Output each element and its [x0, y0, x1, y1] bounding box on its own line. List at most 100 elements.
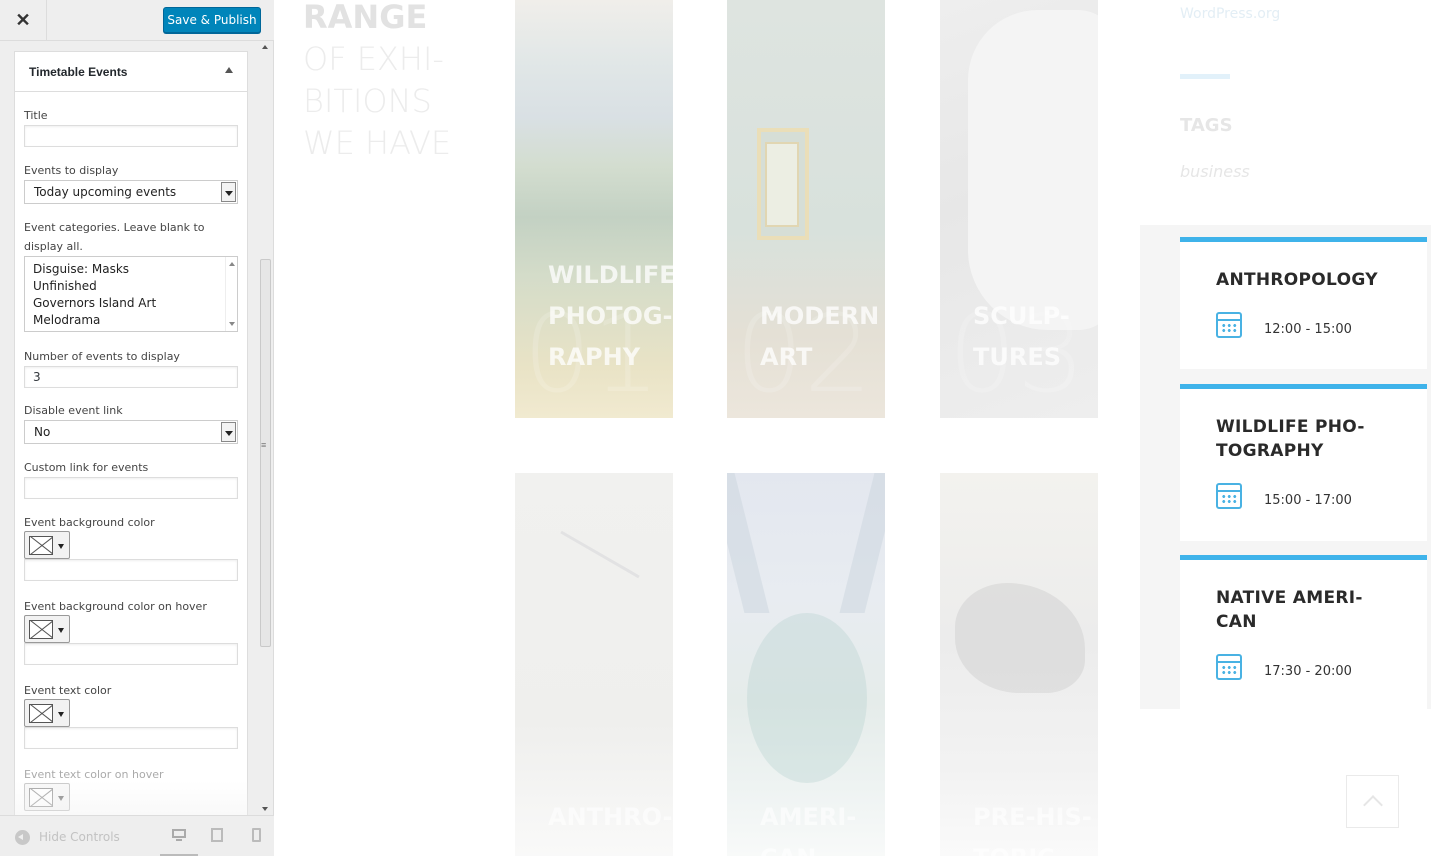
- widget-panel-header[interactable]: Timetable Events: [15, 52, 247, 92]
- tile-label: PRE-HIS- TORIC: [973, 797, 1092, 856]
- exhibition-tile-prehistoric[interactable]: PRE-HIS- TORIC: [940, 473, 1098, 856]
- empty-color-icon: [29, 620, 53, 639]
- disable-link-select[interactable]: No: [24, 420, 238, 444]
- disable-link-value: No: [34, 425, 51, 439]
- statue-head: [747, 613, 867, 783]
- chevron-down-icon: [58, 712, 64, 717]
- text-color-label: Event text color: [24, 684, 112, 697]
- categories-label: Event categories. Leave blank to display…: [24, 221, 205, 253]
- site-preview: RANGE OF EXHI- BITIONS WE HAVE 01 WILDLI…: [274, 0, 1431, 856]
- section-heading: RANGE OF EXHI- BITIONS WE HAVE: [303, 0, 451, 164]
- close-icon[interactable]: ✕: [0, 0, 47, 41]
- tile-label-line: PRE-HIS-: [973, 803, 1092, 831]
- bg-color-picker[interactable]: [24, 531, 70, 559]
- calendar-icon: [1216, 312, 1242, 338]
- list-item[interactable]: Melodrama: [33, 312, 229, 329]
- event-title-line: NATIVE AMERI-: [1216, 588, 1363, 608]
- tile-label-line: TURES: [973, 343, 1062, 371]
- event-title-line: CAN: [1216, 612, 1257, 632]
- event-card[interactable]: WILDLIFE PHO- TOGRAPHY 15:00 - 17:00: [1180, 384, 1427, 541]
- scroll-down-icon[interactable]: [262, 807, 268, 811]
- timetable-events-widget: ANTHROPOLOGY 12:00 - 15:00 WILDLIFE PHO-…: [1140, 225, 1431, 709]
- bg-color-hover-picker[interactable]: [24, 615, 70, 643]
- custom-link-label: Custom link for events: [24, 461, 149, 474]
- chevron-down-icon[interactable]: [221, 422, 236, 442]
- tile-label: SCULP- TURES: [973, 296, 1070, 378]
- event-title[interactable]: WILDLIFE PHO- TOGRAPHY: [1216, 415, 1416, 463]
- event-card[interactable]: ANTHROPOLOGY 12:00 - 15:00: [1180, 237, 1427, 369]
- customizer-header: ✕ Save & Publish: [0, 0, 274, 41]
- statue-spike: [727, 473, 770, 613]
- customizer-screen: ✕ Save & Publish Timetable Events Title …: [0, 0, 1431, 856]
- widget-panel: Timetable Events Title Events to display…: [14, 51, 248, 815]
- wordpress-link[interactable]: WordPress.org: [1180, 6, 1280, 22]
- event-title-line: WILDLIFE PHO-: [1216, 417, 1365, 437]
- exhibition-tile-anthropology[interactable]: ANTHRO-: [515, 473, 673, 856]
- custom-link-input[interactable]: [24, 477, 238, 499]
- hide-controls-button[interactable]: Hide Controls: [15, 828, 120, 846]
- number-label: Number of events to display: [24, 350, 180, 363]
- tile-label: AMERI- CAN: [760, 797, 856, 856]
- bg-color-input[interactable]: [24, 559, 238, 581]
- exhibition-tile-modern-art[interactable]: 02 MODERN ART: [727, 0, 885, 418]
- exhibition-tile-american[interactable]: AMERI- CAN: [727, 473, 885, 856]
- tile-label: WILDLIFE PHOTOG- RAPHY: [548, 255, 673, 378]
- tablet-icon[interactable]: [209, 827, 225, 843]
- events-to-display-value: Today upcoming events: [34, 185, 177, 199]
- title-input[interactable]: [24, 125, 238, 147]
- event-card[interactable]: NATIVE AMERI- CAN 17:30 - 20:00: [1180, 555, 1427, 709]
- scrollbar-thumb[interactable]: [260, 259, 271, 647]
- statue-spike: [839, 473, 885, 613]
- heading-line: WE HAVE: [303, 124, 452, 162]
- chevron-down-icon[interactable]: [221, 182, 236, 202]
- widget-divider: [1180, 74, 1230, 79]
- text-color-picker[interactable]: [24, 699, 70, 727]
- tile-label-line: WILDLIFE: [548, 261, 673, 289]
- cave-drawing: [560, 530, 640, 579]
- events-to-display-label: Events to display: [24, 164, 119, 177]
- tile-label-line: MODERN: [760, 302, 880, 330]
- sidebar-scrollbar[interactable]: [258, 41, 272, 815]
- list-item[interactable]: Governors Island Art: [33, 295, 229, 312]
- events-to-display-select[interactable]: Today upcoming events: [24, 180, 238, 204]
- list-item[interactable]: Disguise: Masks: [33, 261, 229, 278]
- tag-link[interactable]: business: [1180, 162, 1250, 181]
- tile-label-line: ANTHRO-: [548, 803, 673, 831]
- tags-heading: TAGS: [1180, 115, 1233, 136]
- event-title[interactable]: NATIVE AMERI- CAN: [1216, 586, 1416, 634]
- disable-link-label: Disable event link: [24, 404, 123, 417]
- sculpture-image: [968, 10, 1098, 330]
- heading-line: RANGE: [303, 0, 428, 36]
- painting-inner: [765, 142, 799, 227]
- chevron-down-icon: [58, 628, 64, 633]
- widget-title: Timetable Events: [29, 64, 128, 79]
- bg-color-hover-input[interactable]: [24, 643, 238, 665]
- back-to-top-button[interactable]: [1346, 775, 1399, 828]
- exhibition-tile-wildlife[interactable]: 01 WILDLIFE PHOTOG- RAPHY: [515, 0, 673, 418]
- listbox-scrollbar[interactable]: [225, 257, 237, 331]
- mobile-icon[interactable]: [249, 827, 265, 843]
- scroll-up-icon[interactable]: [229, 262, 235, 266]
- collapse-arrow-icon[interactable]: [225, 67, 233, 73]
- number-input[interactable]: 3: [24, 366, 238, 388]
- scroll-up-icon[interactable]: [262, 45, 268, 49]
- tile-label: ANTHRO-: [548, 797, 672, 838]
- chevron-down-icon: [58, 544, 64, 549]
- exhibition-tile-sculptures[interactable]: 03 SCULP- TURES: [940, 0, 1098, 418]
- event-title-line: TOGRAPHY: [1216, 441, 1324, 461]
- scroll-fade: [14, 781, 248, 815]
- save-publish-button[interactable]: Save & Publish: [163, 7, 261, 33]
- event-title[interactable]: ANTHROPOLOGY: [1216, 268, 1416, 292]
- scroll-down-icon[interactable]: [229, 322, 235, 326]
- tile-label: MODERN ART: [760, 296, 879, 378]
- tile-label-line: RAPHY: [548, 343, 641, 371]
- text-color-input[interactable]: [24, 727, 238, 749]
- event-time: 12:00 - 15:00: [1264, 322, 1352, 337]
- categories-listbox[interactable]: Disguise: Masks Unfinished Governors Isl…: [24, 256, 238, 332]
- hide-controls-label: Hide Controls: [39, 830, 120, 844]
- tile-label-line: CAN: [760, 838, 856, 856]
- collapse-icon: [15, 829, 30, 845]
- desktop-icon[interactable]: [171, 827, 187, 843]
- list-item[interactable]: Unfinished: [33, 278, 229, 295]
- empty-color-icon: [29, 704, 53, 723]
